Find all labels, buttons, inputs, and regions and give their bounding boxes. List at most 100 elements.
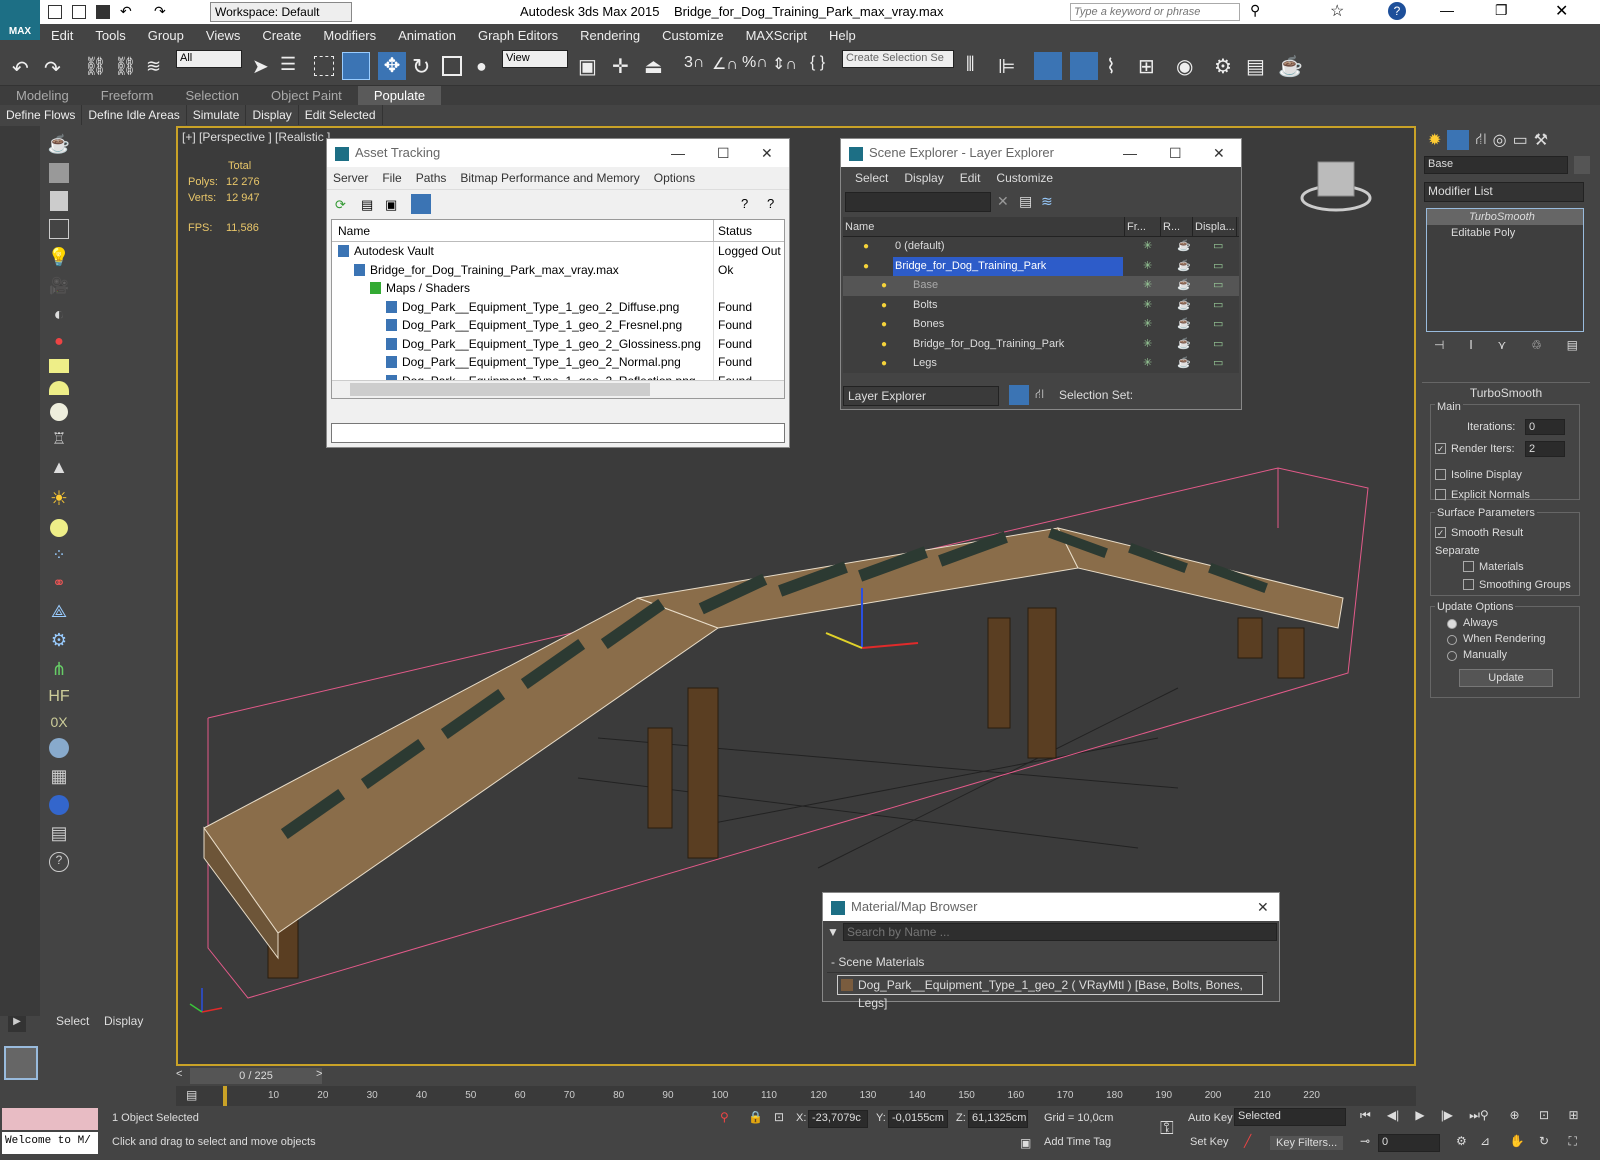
scene-tree-row[interactable]: ● Legs ✳ ☕ ▭	[843, 354, 1239, 374]
scene-search-input[interactable]	[845, 192, 991, 212]
freeze-icon[interactable]: ✳	[1143, 296, 1152, 315]
asset-row[interactable]: Dog_Park__Equipment_Type_1_geo_2_Diffuse…	[332, 297, 784, 316]
ribbon-button-simulate[interactable]: Simulate	[187, 105, 247, 125]
align-icon[interactable]: ⊫	[998, 54, 1015, 79]
next-key-icon[interactable]: |▶	[1441, 1108, 1453, 1128]
asset-tracking-titlebar[interactable]: Asset Tracking — ☐ ✕	[327, 139, 789, 167]
edit-named-selection-icon[interactable]: { }	[810, 54, 825, 72]
keyboard-shortcut-icon[interactable]: ⏏	[644, 54, 663, 79]
menu-rendering[interactable]: Rendering	[569, 24, 651, 48]
sphere-icon[interactable]	[49, 738, 69, 758]
ribbon-button-edit-selected[interactable]: Edit Selected	[299, 105, 383, 125]
col-name-header[interactable]: Name	[332, 220, 714, 241]
pan-icon[interactable]: ✋	[1510, 1134, 1536, 1157]
curve-editor-icon[interactable]: ⌇	[1106, 54, 1116, 79]
table-view-icon[interactable]	[411, 194, 431, 214]
rectangle-icon[interactable]	[49, 359, 69, 373]
material-item[interactable]: Dog_Park__Equipment_Type_1_geo_2 ( VRayM…	[837, 975, 1263, 1010]
thumbnail-icon[interactable]: ▣	[385, 197, 397, 213]
lock-icon[interactable]: 🔒	[748, 1110, 763, 1124]
add-time-tag-button[interactable]: Add Time Tag	[1044, 1136, 1111, 1148]
light-bulb-icon[interactable]: ●	[863, 237, 869, 256]
spot-light-icon[interactable]: ▲	[50, 457, 68, 478]
asset-menu-file[interactable]: File	[382, 171, 401, 185]
schematic-view-icon[interactable]: ⊞	[1138, 54, 1155, 79]
explicit-normals-checkbox[interactable]	[1435, 489, 1446, 500]
named-selection-set-dropdown[interactable]: Create Selection Se	[842, 50, 954, 68]
asset-row[interactable]: Autodesk Vault Logged Out	[332, 242, 784, 261]
circle-icon[interactable]	[50, 403, 68, 421]
maximize-icon[interactable]: ❐	[1495, 2, 1508, 19]
bind-spacewarp-icon[interactable]: ≋	[146, 56, 161, 77]
stack-item-editable-poly[interactable]: Editable Poly	[1427, 225, 1583, 241]
render-teapot-icon[interactable]: ☕	[1177, 237, 1191, 256]
hierarchy-icon[interactable]: ⛙	[1035, 386, 1044, 404]
time-slider[interactable]: < 0 / 225 >	[176, 1066, 1416, 1086]
scene-col-0[interactable]: Name	[843, 217, 1125, 237]
asset-path-field[interactable]	[331, 423, 785, 443]
freeze-icon[interactable]: ✳	[1143, 237, 1152, 256]
asset-menu-server[interactable]: Server	[333, 171, 368, 185]
time-slider-thumb[interactable]: 0 / 225	[190, 1068, 322, 1084]
horizontal-scrollbar[interactable]	[332, 380, 784, 398]
isoline-checkbox[interactable]	[1435, 469, 1446, 480]
search-input[interactable]	[1070, 3, 1240, 21]
selection-filter-dropdown[interactable]: All	[176, 50, 242, 68]
sphere-light-icon[interactable]	[50, 519, 68, 537]
ribbon-button-define-idle-areas[interactable]: Define Idle Areas	[82, 105, 187, 125]
light-bulb-icon[interactable]: 💡	[48, 247, 70, 268]
help-icon[interactable]: ?	[741, 196, 748, 211]
menu-customize[interactable]: Customize	[651, 24, 734, 48]
maximize-icon[interactable]: ☐	[717, 139, 730, 167]
freeze-icon[interactable]: ✳	[1143, 315, 1152, 334]
hemisphere-icon[interactable]	[49, 381, 69, 395]
workspace-dropdown[interactable]: Workspace: Default	[210, 2, 352, 22]
undo-icon[interactable]: ↶	[120, 3, 132, 20]
display-box-icon[interactable]: ▭	[1213, 276, 1223, 295]
video-camera-icon[interactable]: ●	[54, 333, 64, 351]
menu-views[interactable]: Views	[195, 24, 251, 48]
zoom-icon[interactable]: ⚲	[1480, 1108, 1506, 1130]
scene-tree-row[interactable]: ● Bridge_for_Dog_Training_Park ✳ ☕ ▭	[843, 335, 1239, 355]
asset-row[interactable]: Dog_Park__Equipment_Type_1_geo_2_Fresnel…	[332, 316, 784, 335]
utilities-tab-icon[interactable]: ⚒	[1534, 130, 1548, 149]
asset-menu-paths[interactable]: Paths	[416, 171, 447, 185]
prev-key-icon[interactable]: ◀|	[1387, 1108, 1399, 1128]
ribbon-button-display[interactable]: Display	[246, 105, 299, 125]
y-coord-field[interactable]: -0,0155cm	[888, 1110, 948, 1128]
zoom-extents-icon[interactable]: ⊡	[1539, 1108, 1565, 1130]
rendered-frame-icon[interactable]: ▤	[1246, 54, 1265, 79]
compound-icon[interactable]: ⟁	[51, 601, 67, 622]
asset-row[interactable]: Dog_Park__Equipment_Type_1_geo_2_Normal.…	[332, 353, 784, 372]
light-bulb-icon[interactable]: ●	[863, 257, 869, 276]
help-icon[interactable]: ?	[1388, 2, 1406, 20]
key-icon[interactable]: ⚿	[1160, 1118, 1174, 1139]
proxy-icon[interactable]: ▦	[50, 766, 67, 787]
manually-radio[interactable]	[1447, 651, 1457, 661]
sun-icon[interactable]: ☀	[50, 486, 68, 511]
close-icon[interactable]: ✕	[1257, 893, 1269, 921]
clear-search-icon[interactable]: ✕	[997, 193, 1009, 210]
render-iters-spinner[interactable]: 2	[1525, 441, 1565, 457]
rect-region-icon[interactable]	[314, 56, 334, 76]
refresh-icon[interactable]: ⟳	[335, 197, 346, 213]
tab-select[interactable]: Select	[56, 1014, 89, 1028]
pin-stack-icon[interactable]: ⊣	[1434, 338, 1444, 360]
modifier-list-dropdown[interactable]: Modifier List	[1424, 182, 1584, 202]
document-icon[interactable]: ▤	[50, 823, 67, 844]
menu-tools[interactable]: Tools	[84, 24, 136, 48]
ribbon-tab-populate[interactable]: Populate	[357, 86, 442, 105]
scene-menu-edit[interactable]: Edit	[960, 171, 981, 185]
time-config-icon[interactable]: ⚙	[1456, 1134, 1467, 1148]
molecule-icon[interactable]: ⚭	[52, 573, 65, 593]
render-setup-icon[interactable]: ⚙	[1214, 54, 1232, 79]
minimize-icon[interactable]: —	[1123, 139, 1137, 167]
scene-col-1[interactable]: Fr...	[1125, 217, 1161, 237]
list-icon[interactable]: ▤	[361, 197, 373, 213]
scene-menu-display[interactable]: Display	[904, 171, 943, 185]
layers-icon[interactable]	[1009, 385, 1029, 405]
redo-icon[interactable]: ↷	[44, 56, 61, 81]
render-teapot-icon[interactable]: ☕	[1177, 276, 1191, 295]
display-box-icon[interactable]: ▭	[1213, 354, 1223, 373]
key-mode-dropdown[interactable]: Selected	[1234, 1108, 1346, 1126]
